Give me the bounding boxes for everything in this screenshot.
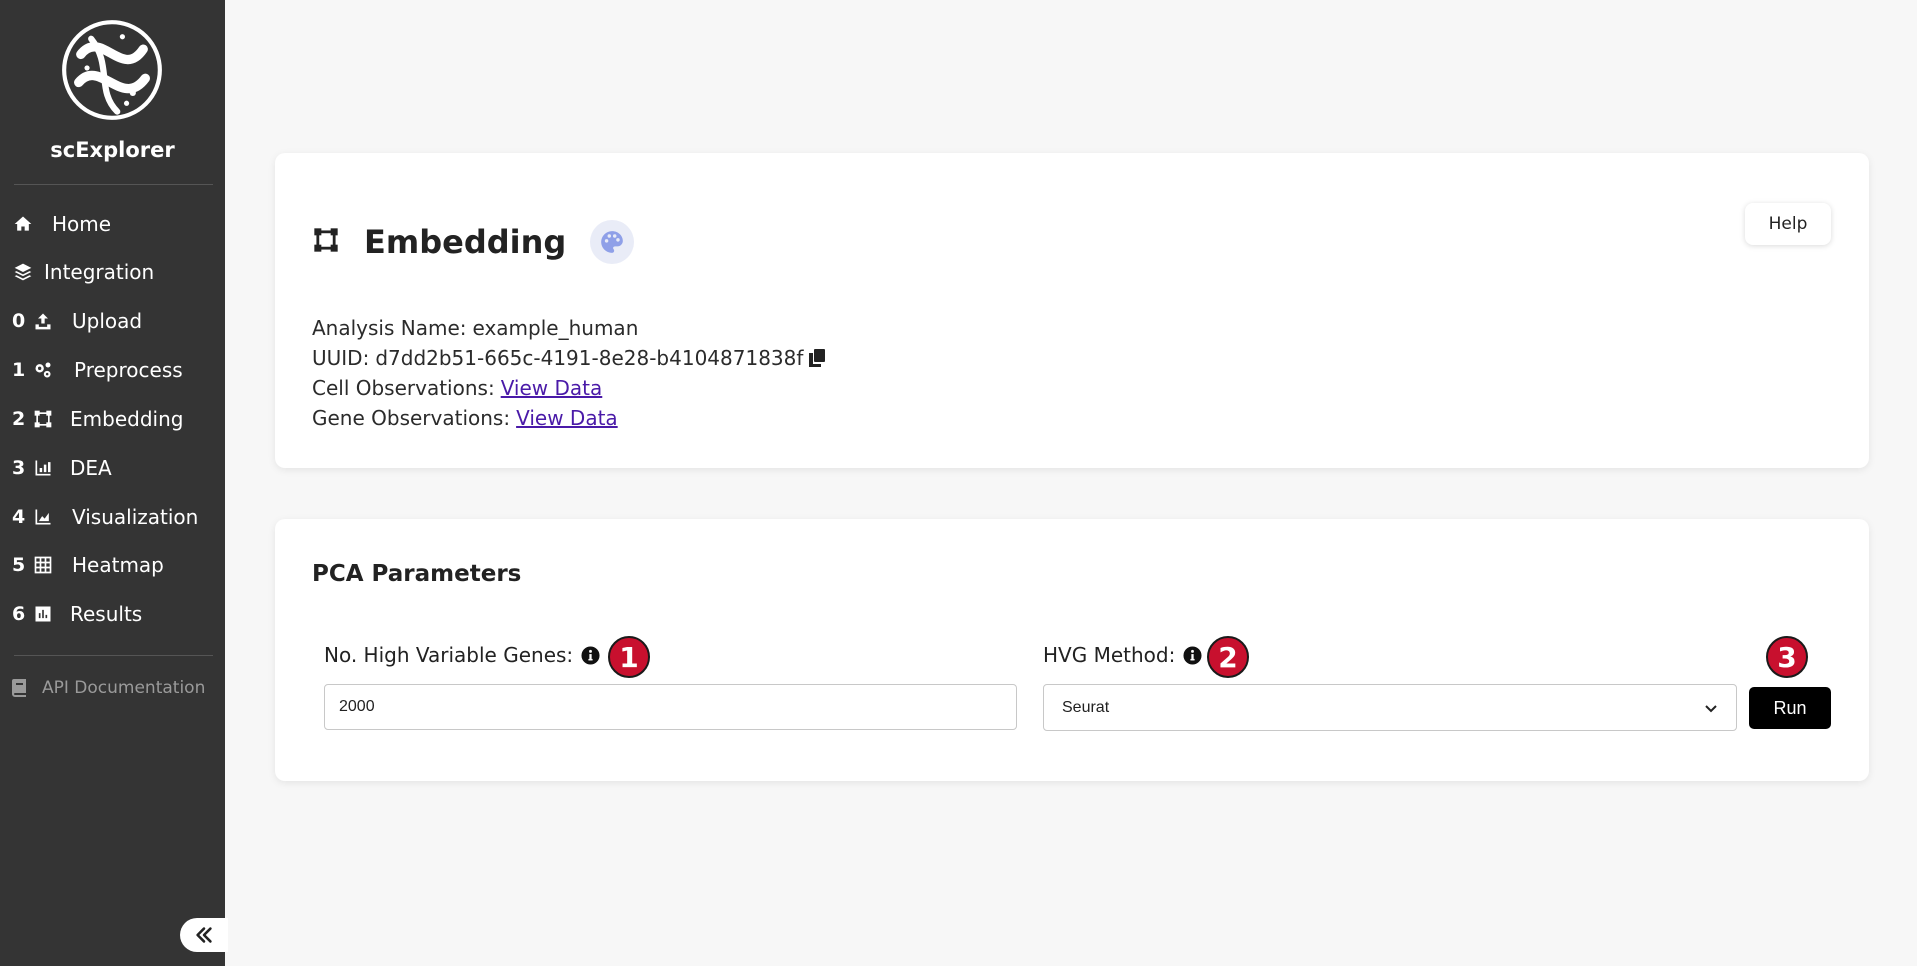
info-icon[interactable] [1183,645,1202,665]
book-icon [12,679,26,697]
sidebar-item-upload[interactable]: 0 Upload [12,303,142,339]
sidebar-item-label: Home [52,212,112,236]
double-chevron-left-icon [196,927,212,943]
uuid-label: UUID: [312,346,370,370]
analysis-name-label: Analysis Name: [312,316,467,340]
sidebar-item-label: DEA [70,456,112,480]
vector-square-icon [32,408,54,430]
hvg-method-selected-value: Seurat [1062,698,1110,716]
api-documentation-link[interactable]: API Documentation [12,678,205,698]
run-button[interactable]: Run [1749,687,1831,729]
step-number: 3 [12,457,26,479]
hvg-method-label: HVG Method: [1043,643,1176,667]
cell-observations-row: Cell Observations: View Data [312,373,825,403]
sidebar-item-visualization[interactable]: 4 Visualization [12,499,198,535]
app-name: scExplorer [50,138,175,162]
uuid-row: UUID: d7dd2b51-665c-4191-8e28-b410487183… [312,343,826,373]
sidebar-item-label: Integration [44,260,155,284]
gene-observations-row: Gene Observations: View Data [312,403,825,433]
section-title: PCA Parameters [312,561,522,587]
step-badge-2: 2 [1207,636,1249,678]
layers-icon [12,261,34,283]
sidebar-item-dea[interactable]: 3 DEA [12,450,112,486]
step-badge-1: 1 [608,636,650,678]
uuid-value: d7dd2b51-665c-4191-8e28-b4104871838f [375,346,804,370]
sidebar-collapse-button[interactable] [180,918,228,952]
cell-observations-label: Cell Observations: [312,376,495,400]
sidebar-item-label: Results [70,602,143,626]
page-title: Embedding [364,223,567,261]
hvg-method-select[interactable]: Seurat [1043,684,1737,731]
sidebar-item-label: Visualization [72,505,199,529]
sidebar-item-embedding[interactable]: 2 Embedding [12,401,183,437]
analysis-name-value: example_human [472,316,639,340]
area-chart-icon [32,506,54,528]
bar-chart-icon [32,457,54,479]
vector-square-icon [312,226,340,258]
sidebar: scExplorer Home Integration 0 Upload 1 P… [0,0,228,966]
copy-icon[interactable] [809,349,826,367]
help-button[interactable]: Help [1745,203,1831,245]
sidebar-item-label: Upload [72,309,143,333]
palette-icon [601,231,624,253]
sidebar-item-preprocess[interactable]: 1 Preprocess [12,352,183,388]
pca-parameters-card: PCA Parameters No. High Variable Genes: … [275,519,1869,781]
grid-icon [32,554,54,576]
hvg-genes-label: No. High Variable Genes: [324,643,574,667]
step-number: 1 [12,359,26,381]
upload-icon [32,310,54,332]
hvg-method-label-row: HVG Method: [1043,643,1202,667]
gears-icon [32,359,54,381]
home-icon [12,213,34,235]
step-number: 2 [12,408,26,430]
hvg-genes-input[interactable] [324,684,1017,730]
gene-observations-label: Gene Observations: [312,406,511,430]
sidebar-item-label: Heatmap [72,553,164,577]
api-documentation-label: API Documentation [42,678,206,698]
sidebar-divider [14,184,213,185]
sidebar-item-label: Embedding [70,407,184,431]
chevron-down-icon [1705,704,1717,712]
analysis-info-card: Embedding Help Analysis Name: example_hu… [275,153,1869,468]
step-number: 4 [12,506,26,528]
step-number: 0 [12,310,26,332]
sidebar-divider [14,655,213,656]
sidebar-item-home[interactable]: Home [12,206,111,242]
step-badge-3: 3 [1766,636,1808,678]
step-number: 6 [12,603,26,625]
step-number: 5 [12,554,26,576]
sidebar-item-integration[interactable]: Integration [12,254,154,290]
sidebar-item-label: Preprocess [74,358,183,382]
sidebar-item-heatmap[interactable]: 5 Heatmap [12,547,164,583]
logo-icon [60,18,164,122]
sidebar-item-results[interactable]: 6 Results [12,596,142,632]
analysis-name-row: Analysis Name: example_human [312,313,825,343]
gene-observations-view-link[interactable]: View Data [516,403,618,433]
color-palette-button[interactable] [590,220,635,264]
info-icon[interactable] [581,645,600,665]
cell-observations-view-link[interactable]: View Data [501,373,603,403]
poll-icon [32,603,54,625]
hvg-genes-label-row: No. High Variable Genes: [324,643,600,667]
